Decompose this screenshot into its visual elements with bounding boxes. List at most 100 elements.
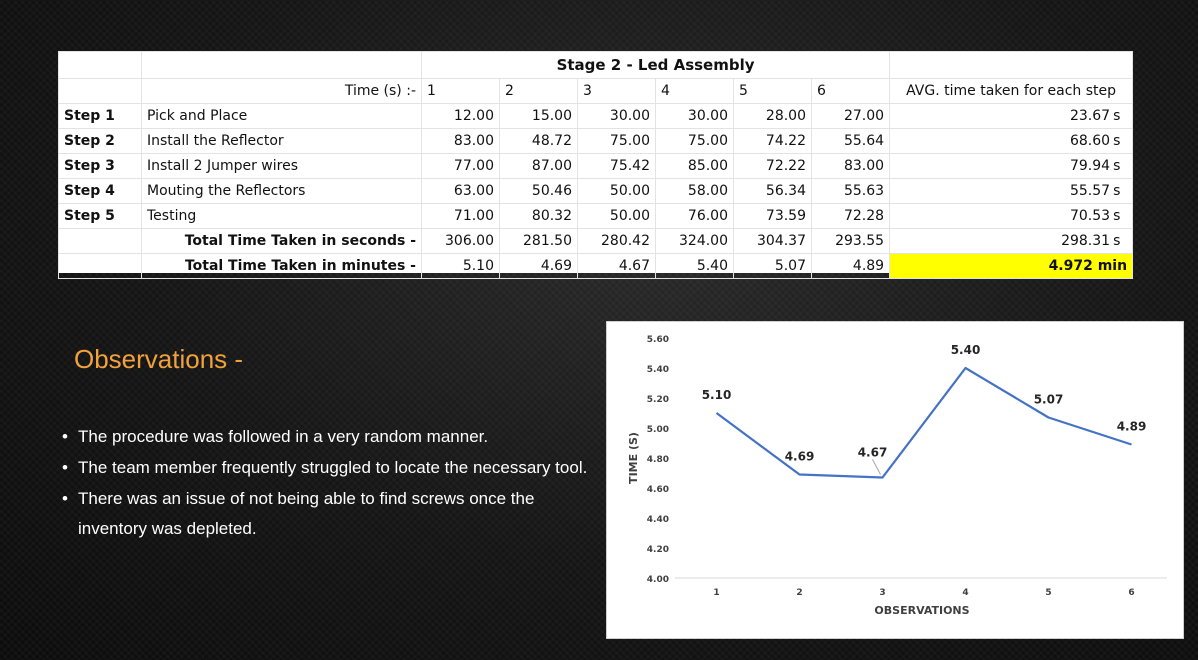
step-label: Step 5 [58,203,142,229]
empty-cell [58,228,142,254]
column-header-4: 4 [655,78,734,104]
task-label: Testing [141,203,422,229]
time-value: 28.00 [733,103,812,129]
y-tick-label: 4.20 [647,545,669,555]
avg-unit: s [1113,108,1121,124]
time-value: 83.00 [421,128,500,154]
data-label: 4.67 [858,446,888,460]
time-value: 50.46 [499,178,578,204]
avg-value: 79.94 s [889,153,1134,179]
task-label: Install 2 Jumper wires [141,153,422,179]
y-tick-label: 4.40 [647,515,669,525]
time-value: 71.00 [421,203,500,229]
column-header-3: 3 [577,78,656,104]
x-axis-title: OBSERVATIONS [874,604,969,617]
step-label: Step 2 [58,128,142,154]
total-seconds-value: 306.00 [421,228,500,254]
time-value: 72.28 [810,203,891,229]
y-tick-label: 5.00 [647,425,669,435]
bullet-icon: • [62,427,68,446]
bullet-icon: • [62,489,68,508]
time-value: 55.64 [810,128,891,154]
total-minutes-row: Total Time Taken in minutes -5.10 4.69 4.6… [58,253,1134,279]
series-line [715,366,1132,479]
observations-title: Observations - [74,344,244,374]
table-row: Step 5 Testing 71.00 80.32 50.00 76.00 73.59 72… [58,203,1134,229]
time-value: 56.34 [733,178,812,204]
total-seconds-value: 304.37 [733,228,812,254]
y-tick-label: 4.60 [647,485,669,495]
total-minutes-avg-highlight: 4.972 min [889,253,1134,279]
avg-unit: s [1113,133,1121,149]
empty-cell [58,253,142,279]
y-tick-label: 5.60 [647,335,669,345]
table-title-row: Stage 2 - Led Assembly [58,51,1134,79]
column-header-2: 2 [499,78,578,104]
y-tick-label: 4.80 [647,455,669,465]
time-value: 48.72 [499,128,578,154]
task-label: Install the Reflector [141,128,422,154]
observation-text: The team member frequently struggled to … [78,458,588,477]
time-value: 27.00 [810,103,891,129]
observations-list: • The procedure was followed in a very ra… [62,422,602,545]
time-value: 55.63 [810,178,891,204]
total-seconds-label: Total Time Taken in seconds - [141,228,422,254]
time-value: 30.00 [655,103,734,129]
line-chart-svg: 4.00 4.20 4.40 4.60 4.80 5.00 5.20 5.40 5.60 1 2 3 4… [627,335,1167,617]
step-label: Step 4 [58,178,142,204]
time-value: 63.00 [421,178,500,204]
total-minutes-value: 5.07 [733,253,812,279]
x-tick-label: 1 [713,588,719,598]
table-title: Stage 2 - Led Assembly [420,51,891,79]
column-header-6: 6 [810,78,891,104]
avg-number: 298.31 [1061,233,1111,249]
time-value: 77.00 [421,153,500,179]
time-value: 72.22 [733,153,812,179]
data-label: 5.10 [702,388,732,402]
avg-number: 23.67 [1069,108,1111,124]
time-value: 75.00 [655,128,734,154]
y-tick-label: 5.40 [647,365,669,375]
x-tick-label: 2 [796,588,802,598]
y-tick-label: 4.00 [647,575,669,585]
avg-unit: s [1113,233,1121,249]
table-header-row: Time (s) :- 1 2 3 4 5 6 AVG. time taken for eac… [58,78,1134,104]
time-label: Time (s) :- [141,78,422,104]
step-label: Step 3 [58,153,142,179]
observation-text: The procedure was followed in a very ran… [78,427,489,446]
time-value: 73.59 [733,203,812,229]
empty-cell [58,51,142,79]
time-value: 58.00 [655,178,734,204]
time-value: 80.32 [499,203,578,229]
x-tick-label: 3 [879,588,885,598]
empty-cell [141,51,422,79]
total-minutes-value: 4.69 [499,253,578,279]
column-header-1: 1 [421,78,500,104]
avg-number: 68.60 [1069,133,1111,149]
avg-unit: s [1113,208,1121,224]
total-seconds-value: 281.50 [499,228,578,254]
observation-item: • The team member frequently struggled to… [62,453,602,483]
total-seconds-value: 280.42 [577,228,656,254]
avg-number: 70.53 [1069,208,1111,224]
avg-unit: s [1113,158,1121,174]
total-minutes-value: 4.67 [577,253,656,279]
time-value: 30.00 [577,103,656,129]
assembly-time-table-container: Stage 2 - Led Assembly Time (s) :- 1 2 3 4 5 6 A… [58,51,1134,279]
time-value: 83.00 [810,153,891,179]
time-value: 50.00 [577,178,656,204]
total-seconds-value: 293.55 [810,228,891,254]
bullet-icon: • [62,458,68,477]
total-seconds-row: Total Time Taken in seconds -306.00 281.5… [58,228,1134,254]
task-label: Mouting the Reflectors [141,178,422,204]
time-value: 75.42 [577,153,656,179]
table-row: Step 2 Install the Reflector 83.00 48.72 75.… [58,128,1134,154]
data-label: 4.69 [785,450,815,464]
x-tick-label: 5 [1045,588,1051,598]
avg-number: 79.94 [1069,158,1111,174]
data-label: 5.07 [1034,393,1064,407]
time-value: 15.00 [499,103,578,129]
time-value: 12.00 [421,103,500,129]
data-label: 5.40 [951,343,981,357]
avg-value: 68.60 s [889,128,1134,154]
